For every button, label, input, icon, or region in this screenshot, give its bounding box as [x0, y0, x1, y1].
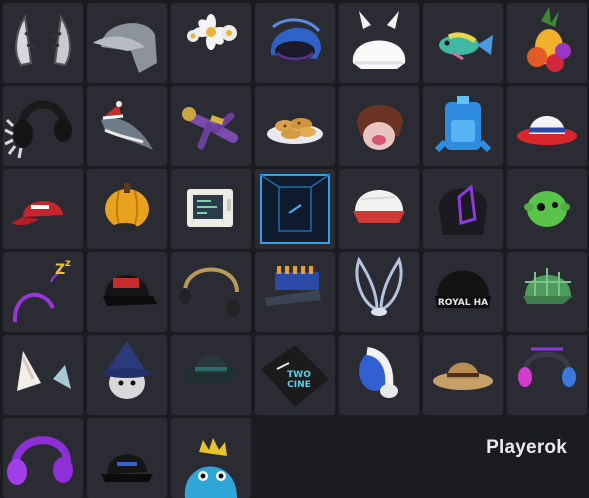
- item-tile[interactable]: [171, 3, 251, 83]
- item-tile[interactable]: [87, 418, 167, 498]
- item-tile[interactable]: TWO CINE: [255, 335, 335, 415]
- blue-white-headphones-icon: [359, 347, 398, 398]
- sticker-cap-icon: TWO CINE: [261, 345, 329, 407]
- item-tile[interactable]: [3, 3, 83, 83]
- item-tile[interactable]: [87, 252, 167, 332]
- black-cap-icon: [101, 454, 153, 482]
- item-tile[interactable]: [255, 3, 335, 83]
- angel-wings-icon: [355, 256, 403, 316]
- white-red-cap-icon: [353, 190, 405, 223]
- purple-headphones-icon: [7, 436, 73, 485]
- straw-hat-icon: [433, 362, 493, 390]
- cookie-plate-icon: [267, 118, 323, 144]
- item-tile[interactable]: [87, 3, 167, 83]
- svg-text:Z: Z: [55, 262, 65, 278]
- item-tile[interactable]: [339, 335, 419, 415]
- black-stp-cap-icon: [103, 275, 157, 306]
- item-tile[interactable]: [339, 252, 419, 332]
- item-tile[interactable]: [171, 169, 251, 249]
- svg-text:CINE: CINE: [287, 380, 311, 390]
- cat-ears-icon: [17, 351, 71, 391]
- blue-dino-hood-icon: [184, 438, 237, 498]
- flying-ninja-icon: [182, 107, 238, 150]
- item-tile[interactable]: [171, 418, 251, 498]
- item-tile[interactable]: [339, 169, 419, 249]
- spiked-headphones-icon: [4, 100, 72, 159]
- item-tile[interactable]: [3, 335, 83, 415]
- blue-box-icon: [260, 174, 330, 244]
- svg-text:z: z: [65, 258, 71, 269]
- watermark-logo: Playerok: [486, 437, 567, 458]
- white-devil-horns-icon: [352, 11, 406, 69]
- dark-fedora-icon: [183, 355, 239, 384]
- item-tile[interactable]: [3, 418, 83, 498]
- blue-backpack-icon: [434, 96, 492, 153]
- purple-visor-helmet-icon: [438, 184, 488, 235]
- item-tile[interactable]: [255, 169, 335, 249]
- svg-text:TWO: TWO: [287, 370, 311, 380]
- retro-computer-icon: [187, 189, 233, 227]
- item-tile[interactable]: [423, 335, 503, 415]
- item-tile[interactable]: [339, 86, 419, 166]
- item-tile[interactable]: [423, 86, 503, 166]
- item-tile[interactable]: [255, 252, 335, 332]
- pumpkin-icon: [105, 183, 149, 231]
- item-tile[interactable]: Z z: [3, 252, 83, 332]
- item-tile[interactable]: [171, 86, 251, 166]
- gold-headset-icon: [179, 267, 240, 317]
- fruit-hat-icon: [527, 7, 571, 72]
- svg-text:ROYAL HA: ROYAL HA: [438, 298, 488, 308]
- item-tile[interactable]: [3, 86, 83, 166]
- item-tile[interactable]: [87, 335, 167, 415]
- green-alien-head-icon: [524, 191, 570, 227]
- item-tile[interactable]: [423, 3, 503, 83]
- item-tile[interactable]: [507, 252, 587, 332]
- item-tile[interactable]: [3, 169, 83, 249]
- item-tile[interactable]: [171, 335, 251, 415]
- item-tile[interactable]: [507, 335, 587, 415]
- item-grid: Z z ROYAL HA TWO CINE: [3, 3, 587, 498]
- item-tile[interactable]: [507, 3, 587, 83]
- item-tile[interactable]: [423, 169, 503, 249]
- bullet-cap-icon: [265, 266, 321, 306]
- item-tile[interactable]: [255, 86, 335, 166]
- red-cap-icon: [11, 200, 63, 226]
- item-tile[interactable]: [507, 169, 587, 249]
- item-tile[interactable]: [87, 169, 167, 249]
- item-tile[interactable]: [507, 86, 587, 166]
- sleepy-headband-icon: Z z: [12, 258, 71, 323]
- rainbow-fish-icon: [439, 32, 493, 61]
- gray-hood-cap-icon: [93, 17, 157, 73]
- santa-shark-icon: [101, 101, 153, 150]
- item-tile[interactable]: [339, 3, 419, 83]
- item-tile[interactable]: [87, 86, 167, 166]
- item-tile[interactable]: [171, 252, 251, 332]
- horn-accessory-icon: [15, 14, 71, 67]
- brown-hair-face-icon: [356, 104, 403, 150]
- rgb-headphones-icon: [518, 347, 576, 387]
- green-plaid-cap-icon: [523, 268, 573, 304]
- blue-knit-helmet-icon: [270, 18, 321, 61]
- white-red-fedora-icon: [517, 116, 577, 145]
- wizard-cat-icon: [103, 341, 151, 399]
- daisy-flower-crown-icon: [187, 14, 237, 50]
- item-tile[interactable]: ROYAL HA: [423, 252, 503, 332]
- black-royal-cap-icon: ROYAL HA: [435, 270, 491, 308]
